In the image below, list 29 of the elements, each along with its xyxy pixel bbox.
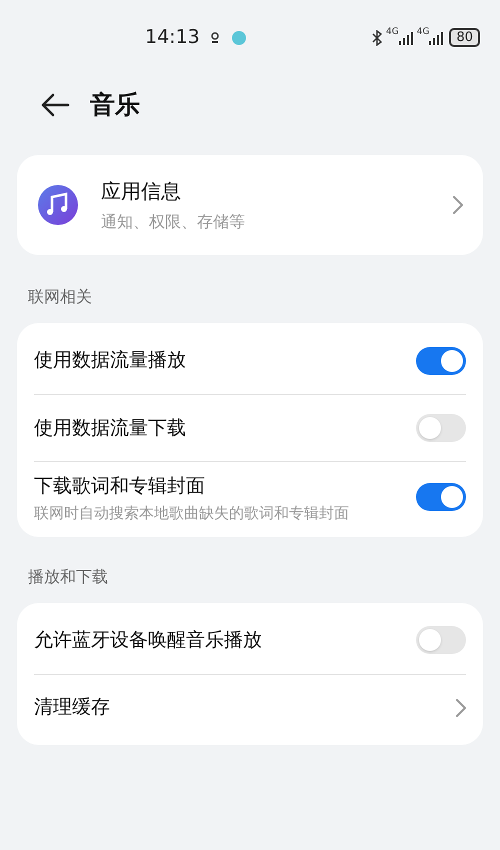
chevron-right-icon xyxy=(456,698,466,716)
battery-indicator: 80 xyxy=(449,28,480,47)
back-arrow-icon[interactable] xyxy=(40,93,70,117)
network-label: 4G xyxy=(416,28,430,37)
signal-icon xyxy=(398,30,413,44)
app-info-subtitle: 通知、权限、存储等 xyxy=(101,211,246,233)
notification-icon xyxy=(210,32,220,44)
network-label: 4G xyxy=(386,28,399,37)
toggle-switch[interactable] xyxy=(416,414,466,442)
setting-label: 清理缓存 xyxy=(34,695,111,720)
app-info-card[interactable]: 应用信息 通知、权限、存储等 xyxy=(17,155,483,255)
setting-label: 下载歌词和专辑封面 xyxy=(34,474,206,499)
setting-label: 允许蓝牙设备唤醒音乐播放 xyxy=(34,628,263,653)
page-title: 音乐 xyxy=(90,89,140,122)
toggle-switch[interactable] xyxy=(416,626,466,654)
app-info-title: 应用信息 xyxy=(101,178,182,205)
status-time: 14:13 xyxy=(145,25,200,50)
setting-label: 使用数据流量播放 xyxy=(34,348,187,374)
toggle-switch[interactable] xyxy=(416,346,466,374)
setting-description: 联网时自动搜索本地歌曲缺失的歌词和专辑封面 xyxy=(34,502,350,522)
section-header: 播放和下载 xyxy=(27,566,109,588)
toggle-switch[interactable] xyxy=(416,483,466,512)
bluetooth-icon xyxy=(372,30,382,46)
app-status-icon xyxy=(232,30,246,44)
chevron-right-icon xyxy=(453,196,463,214)
music-note-icon xyxy=(37,184,79,226)
setting-label: 使用数据流量下载 xyxy=(34,416,187,441)
section-header: 联网相关 xyxy=(27,286,93,308)
signal-icon xyxy=(429,30,444,44)
